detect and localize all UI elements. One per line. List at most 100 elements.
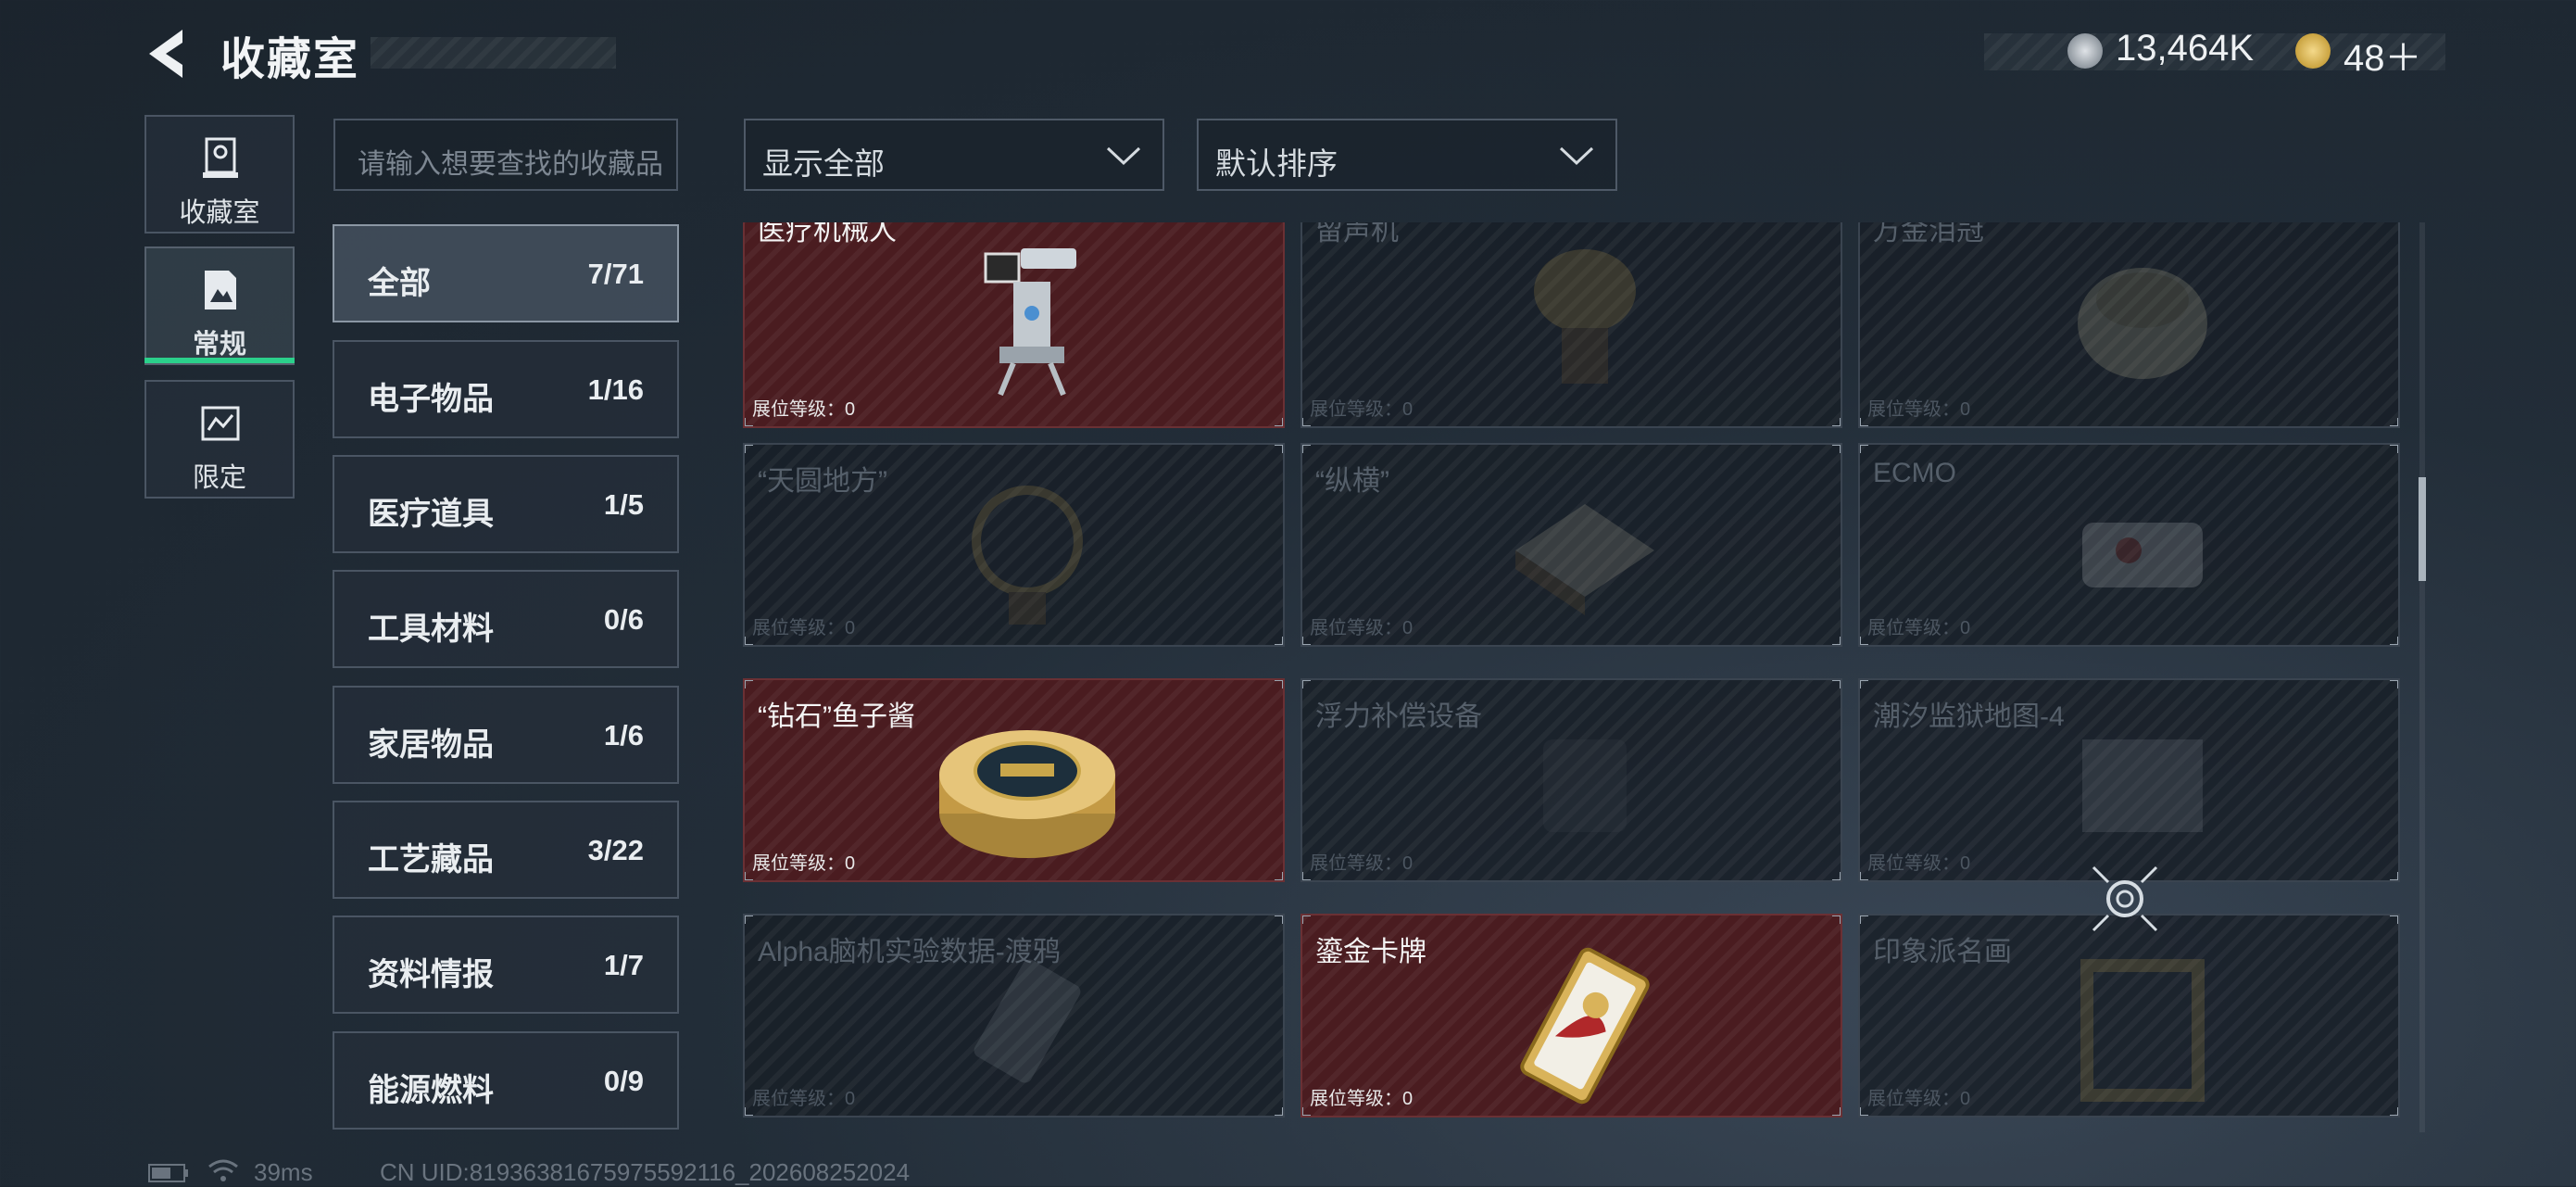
booth-level: 展位等级：0 [1867,853,1971,874]
map-icon [2082,739,2203,832]
sort-value: 默认排序 [1215,146,1338,181]
booth-level: 展位等级：0 [752,853,856,874]
collectible-card[interactable]: “纵横” 展位等级：0 [1301,443,1842,647]
collectible-card[interactable]: 留声机 展位等级：0 [1301,222,1842,428]
card-corner-bracket [1302,872,1311,880]
category-intel[interactable]: 资料情报 1/7 [333,916,679,1014]
card-corner-bracket [1832,872,1841,880]
booth-level: 展位等级：0 [1867,1089,1971,1109]
card-corner-bracket [745,872,753,880]
regular-icon [205,271,236,309]
collectible-card[interactable]: Alpha脑机实验数据-渡鸦 展位等级：0 [743,914,1285,1118]
category-energy[interactable]: 能源燃料 0/9 [333,1031,679,1130]
medical-robot-icon [984,248,1076,397]
collectible-card[interactable]: 万金泪冠 展位等级：0 [1858,222,2400,428]
card-corner-bracket [1860,1107,1868,1116]
card-corner-bracket [1832,1107,1841,1116]
buoyancy-device-icon [1543,739,1627,832]
user-uid: CN UID:81936381675975592116_202608252024 [380,1158,911,1186]
category-count: 1/6 [603,719,644,751]
caviar-tin-icon [939,730,1115,858]
gilded-card-icon [1520,947,1650,1105]
card-corner-bracket [2390,872,2398,880]
category-count: 0/9 [603,1065,644,1097]
card-corner-bracket [745,680,753,688]
category-count: 1/16 [587,373,644,406]
gold-currency-value: 48＋ [2344,38,2422,79]
card-corner-bracket [1302,445,1311,453]
card-title: 潮汐监狱地图-4 [1873,701,2065,732]
nav-tab-regular[interactable]: 常规 [145,246,295,365]
search-input[interactable]: 请输入想要查找的收藏品 [333,119,678,191]
collectible-card[interactable]: 浮力补偿设备 展位等级：0 [1301,678,1842,882]
card-corner-bracket [1275,418,1283,426]
collectible-card[interactable]: “天圆地方” 展位等级：0 [743,443,1285,647]
booth-level: 展位等级：0 [1867,399,1971,420]
card-corner-bracket [1832,680,1841,688]
card-corner-bracket [745,916,753,924]
booth-level: 展位等级：0 [752,1089,856,1109]
booth-level: 展位等级：0 [1310,399,1414,420]
category-name: 工具材料 [368,612,494,647]
card-title: 浮力补偿设备 [1315,701,1482,732]
category-name: 全部 [368,266,431,301]
category-count: 7/71 [587,258,644,290]
collectible-card[interactable]: 潮汐监狱地图-4 展位等级：0 [1858,678,2400,882]
category-name: 医疗道具 [368,497,494,532]
card-corner-bracket [1860,637,1868,645]
chevron-down-icon [1106,146,1141,166]
card-corner-bracket [1275,445,1283,453]
nav-tab-label: 常规 [192,330,246,360]
search-placeholder: 请输入想要查找的收藏品 [358,149,663,180]
card-corner-bracket [745,445,753,453]
booth-level: 展位等级：0 [1867,618,1971,638]
nav-tab-limited[interactable]: 限定 [145,380,295,499]
card-corner-bracket [2390,637,2398,645]
collectible-card[interactable]: 医疗机械人 展位等级：0 [743,222,1285,428]
collectible-card[interactable]: 鎏金卡牌 展位等级：0 [1301,914,1842,1118]
chess-board-icon [1515,504,1654,615]
card-corner-bracket [1860,872,1868,880]
card-corner-bracket [1302,418,1311,426]
card-corner-bracket [1832,418,1841,426]
card-corner-bracket [1302,916,1311,924]
card-title: “天圆地方” [758,466,887,497]
nav-tab-collection-room[interactable]: 收藏室 [145,115,295,234]
gramophone-icon [1534,249,1636,384]
card-title: “纵横” [1315,466,1389,497]
card-corner-bracket [1302,680,1311,688]
back-arrow-icon[interactable] [144,26,195,82]
card-corner-bracket [2390,1107,2398,1116]
category-household[interactable]: 家居物品 1/6 [333,686,679,784]
card-corner-bracket [1302,1107,1311,1116]
armillary-sphere-icon [972,486,1083,625]
category-count: 1/5 [603,488,644,521]
collectible-card[interactable]: “钻石”鱼子酱 展位等级：0 [743,678,1285,882]
grid-scrollbar-thumb[interactable] [2419,477,2426,581]
silver-currency-value: 13,464K [2116,28,2255,69]
card-title: 印象派名画 [1873,937,2012,967]
painting-frame-icon [2080,959,2205,1102]
category-name: 工艺藏品 [368,842,494,878]
collectible-card[interactable]: 印象派名画 展位等级：0 [1858,914,2400,1118]
booth-level: 展位等级：0 [752,618,856,638]
category-medical[interactable]: 医疗道具 1/5 [333,455,679,553]
target-reticle-icon[interactable] [2088,862,2162,936]
category-count: 3/22 [587,834,644,866]
card-corner-bracket [1275,637,1283,645]
card-corner-bracket [1275,1107,1283,1116]
card-corner-bracket [745,637,753,645]
card-corner-bracket [2390,418,2398,426]
display-filter-dropdown[interactable]: 显示全部 [744,119,1164,191]
category-tools[interactable]: 工具材料 0/6 [333,570,679,668]
category-all[interactable]: 全部 7/71 [333,224,679,322]
booth-level: 展位等级：0 [752,399,856,420]
card-title: 鎏金卡牌 [1315,937,1426,967]
category-name: 能源燃料 [368,1073,494,1108]
booth-level: 展位等级：0 [1310,1089,1414,1109]
sort-dropdown[interactable]: 默认排序 [1197,119,1617,191]
category-electronics[interactable]: 电子物品 1/16 [333,340,679,438]
category-name: 资料情报 [368,957,494,992]
collectible-card[interactable]: ECMO 展位等级：0 [1858,443,2400,647]
category-crafts[interactable]: 工艺藏品 3/22 [333,801,679,899]
